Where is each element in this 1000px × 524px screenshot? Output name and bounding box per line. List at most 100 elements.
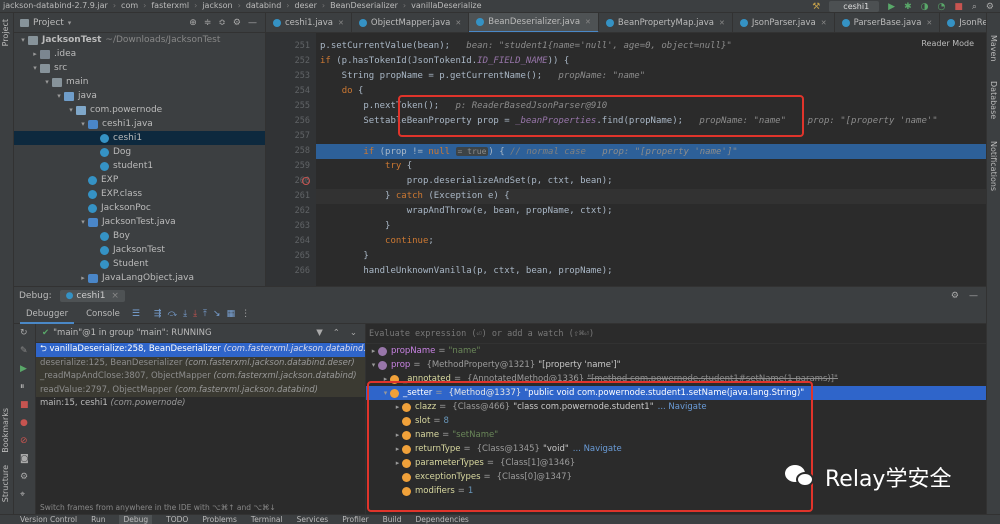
code-line[interactable]: try { — [316, 159, 986, 174]
breadcrumb-item[interactable]: databind — [243, 1, 284, 10]
project-panel-title[interactable]: Project — [33, 18, 64, 28]
expand-arrow-icon[interactable]: ▾ — [78, 215, 88, 229]
code-line[interactable]: } — [316, 219, 986, 234]
expand-arrow-icon[interactable]: ▸ — [30, 47, 40, 61]
resume-icon[interactable]: ▶ — [20, 364, 27, 374]
editor-tab[interactable]: ParserBase.java ✕ — [835, 13, 941, 32]
settings-gear-icon[interactable]: ⚙ — [20, 472, 28, 482]
pin-icon[interactable]: ⌖ — [20, 490, 25, 500]
tree-item[interactable]: EXP — [14, 173, 265, 187]
step-into-icon[interactable]: ⤓ — [183, 309, 187, 319]
stack-frame[interactable]: _readMapAndClose:3807, ObjectMapper (com… — [36, 370, 365, 384]
code-line[interactable]: p.nextToken(); p: ReaderBasedJsonParser@… — [316, 99, 986, 114]
camera-icon[interactable]: ◙ — [20, 454, 29, 464]
expand-arrow-icon[interactable]: ▾ — [30, 61, 40, 75]
breadcrumb-item[interactable]: fasterxml — [148, 1, 192, 10]
chevron-down-icon[interactable]: ⌄ — [350, 328, 357, 338]
tree-item[interactable]: Student — [14, 257, 265, 271]
variable-row[interactable]: ▾ prop = {MethodProperty@1321} "[property … — [366, 358, 986, 372]
close-tab-icon[interactable]: ✕ — [926, 19, 932, 27]
variable-row[interactable]: exceptionTypes = {Class[0]@1347} — [366, 470, 986, 484]
tree-item[interactable]: student1 — [14, 159, 265, 173]
stack-frame[interactable]: ⮌ vanillaDeserialize:258, BeanDeserializ… — [36, 343, 365, 357]
tree-item[interactable]: Boy — [14, 229, 265, 243]
rerun-icon[interactable]: ↻ — [20, 328, 28, 338]
tree-item[interactable]: Dog — [14, 145, 265, 159]
expand-arrow-icon[interactable]: ▾ — [66, 103, 76, 117]
code-line[interactable]: if (p.hasTokenId(JsonTokenId.ID_FIELD_NA… — [316, 54, 986, 69]
stack-frame[interactable]: readValue:2797, ObjectMapper (com.faster… — [36, 383, 365, 397]
tree-item[interactable]: ▾ JacksonTest.java — [14, 215, 265, 229]
maven-tool-tab[interactable]: Maven — [989, 35, 998, 62]
variable-row[interactable]: ▸ clazz = {Class@466} "class com.powernode… — [366, 400, 986, 414]
expand-arrow-icon[interactable]: ▸ — [393, 442, 402, 456]
minimize-icon[interactable]: — — [969, 291, 978, 301]
editor-tab[interactable]: JsonParser.java ✕ — [733, 13, 835, 32]
run-icon[interactable]: ▶ — [888, 2, 895, 12]
tool-tab-version-control[interactable]: Version Control — [20, 515, 77, 524]
tree-item[interactable]: ▾ JacksonTest ~/Downloads/JacksonTest — [14, 33, 265, 47]
editor-tab[interactable]: BeanDeserializer.java ✕ — [469, 13, 599, 32]
options-gear-icon[interactable]: ⚙ — [233, 18, 241, 28]
variable-row[interactable]: ▾ _setter = {Method@1337} "public void com… — [366, 386, 986, 400]
evaluate-expression-input[interactable]: Evaluate expression (⏎) or add a watch (… — [366, 324, 986, 344]
code-line[interactable]: String propName = p.getCurrentName(); pr… — [316, 69, 986, 84]
navigate-link[interactable]: ... Navigate — [658, 400, 707, 414]
tree-item[interactable]: JacksonTest — [14, 243, 265, 257]
tool-tab-dependencies[interactable]: Dependencies — [415, 515, 468, 524]
code-line[interactable]: p.setCurrentValue(bean); bean: "student1… — [316, 39, 986, 54]
breakpoint-icon[interactable] — [302, 177, 310, 185]
code-line[interactable]: SettableBeanProperty prop = _beanPropert… — [316, 114, 986, 129]
stop-icon[interactable]: ■ — [20, 400, 29, 410]
more-icon[interactable]: ⋮ — [241, 309, 250, 319]
tree-item[interactable]: EXP.class — [14, 187, 265, 201]
step-over-icon[interactable]: ⤼ — [167, 309, 177, 319]
expand-arrow-icon[interactable]: ▾ — [78, 117, 88, 131]
bookmarks-tool-tab[interactable]: Bookmarks — [1, 408, 10, 453]
tree-item[interactable]: ▾ main — [14, 75, 265, 89]
thread-selector[interactable]: ✔ "main"@1 in group "main": RUNNING ▼ ⌃ … — [36, 324, 365, 343]
tree-item[interactable]: JacksonPoc — [14, 201, 265, 215]
build-hammer-icon[interactable]: ⚒ — [812, 2, 820, 12]
variable-row[interactable]: slot = 8 — [366, 414, 986, 428]
tool-tab-profiler[interactable]: Profiler — [342, 515, 368, 524]
structure-tool-tab[interactable]: Structure — [1, 465, 10, 502]
close-tab-icon[interactable]: ✕ — [821, 19, 827, 27]
editor-tab[interactable]: JsonReadContext.ja✕ — [940, 13, 986, 32]
show-execution-point-icon[interactable]: ⇶ — [154, 309, 162, 319]
filter-icon[interactable]: ▼ — [316, 328, 323, 338]
chevron-down-icon[interactable]: ▾ — [68, 19, 72, 27]
expand-icon[interactable]: ≎ — [218, 18, 226, 28]
expand-arrow-icon[interactable]: ▸ — [393, 456, 402, 470]
line-gutter[interactable]: 251 252 253 254 255 256 257 258 259 260 261 262 263 2… — [266, 33, 316, 286]
tree-item[interactable]: ▾ com.powernode — [14, 103, 265, 117]
breadcrumb-item[interactable]: deser — [292, 1, 320, 10]
reader-mode-toggle[interactable]: Reader Mode — [921, 39, 974, 48]
variable-row[interactable]: ▸ parameterTypes = {Class[1]@1346} — [366, 456, 986, 470]
editor-tab[interactable]: BeanPropertyMap.java ✕ — [599, 13, 733, 32]
breadcrumb-item[interactable]: BeanDeserializer — [327, 1, 401, 10]
close-tab-icon[interactable]: ✕ — [455, 19, 461, 27]
search-icon[interactable]: ⌕ — [972, 2, 977, 12]
stack-frame[interactable]: main:15, ceshi1 (com.powernode) — [36, 397, 365, 411]
tree-item[interactable]: ▾ java — [14, 89, 265, 103]
evaluate-icon[interactable]: ▦ — [227, 309, 236, 319]
notifications-tool-tab[interactable]: Notifications — [989, 141, 998, 191]
code-line[interactable]: do { — [316, 84, 986, 99]
tool-tab-problems[interactable]: Problems — [202, 515, 237, 524]
breadcrumb-item[interactable]: com — [118, 1, 141, 10]
close-tab-icon[interactable]: ✕ — [338, 19, 344, 27]
close-tab-icon[interactable]: ✕ — [719, 19, 725, 27]
stack-frame[interactable]: deserialize:125, BeanDeserializer (com.f… — [36, 356, 365, 370]
step-out-icon[interactable]: ⤒ — [203, 309, 207, 319]
hide-panel-icon[interactable]: — — [248, 18, 257, 28]
editor-tab[interactable]: ceshi1.java ✕ — [266, 13, 352, 32]
code-line[interactable]: if (prop != null = true) { // normal cas… — [316, 144, 986, 159]
expand-arrow-icon[interactable]: ▸ — [393, 428, 402, 442]
breadcrumb-item[interactable]: jackson — [199, 1, 235, 10]
database-tool-tab[interactable]: Database — [989, 81, 998, 119]
view-breakpoints-icon[interactable]: ● — [20, 418, 28, 428]
tool-tab-todo[interactable]: TODO — [166, 515, 188, 524]
expand-arrow-icon[interactable]: ▸ — [381, 372, 390, 386]
code-line[interactable]: wrapAndThrow(e, bean, propName, ctxt); — [316, 204, 986, 219]
